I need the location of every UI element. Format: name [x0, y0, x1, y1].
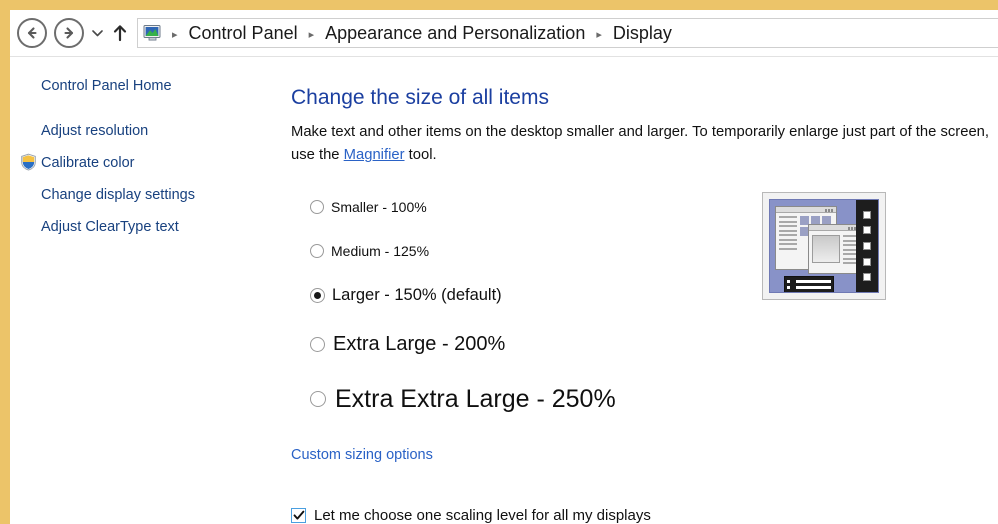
sidebar-item-label: Calibrate color [41, 155, 135, 171]
checkbox-checked-icon[interactable] [291, 508, 306, 523]
display-monitor-icon [141, 22, 163, 44]
breadcrumb-item-appearance-and-personalization[interactable]: Appearance and Personalization [323, 23, 587, 44]
control-panel-window: ▸ Control Panel ▸ Appearance and Persona… [0, 0, 998, 524]
radio-option-smaller-100[interactable]: Smaller - 100% [310, 194, 730, 220]
recent-pages-button[interactable] [89, 18, 105, 48]
forward-arrow-icon [64, 27, 74, 39]
sidebar-item-adjust-cleartype-text[interactable]: Adjust ClearType text [10, 219, 280, 236]
radio-button-unselected-icon [310, 391, 326, 407]
sidebar-item-change-display-settings[interactable]: Change display settings [10, 187, 280, 204]
preview-charm-icon [863, 273, 871, 282]
breadcrumb-item-control-panel[interactable]: Control Panel [187, 23, 300, 44]
navigation-bar: ▸ Control Panel ▸ Appearance and Persona… [10, 10, 998, 57]
preview-taskbar-bars [796, 279, 831, 290]
sidebar-item-calibrate-color[interactable]: Calibrate color [10, 153, 280, 172]
preview-taskbar [784, 276, 834, 292]
radio-option-extra-extra-large-250[interactable]: Extra Extra Large - 250% [310, 382, 730, 416]
radio-option-larger-150-default[interactable]: Larger - 150% (default) [310, 282, 730, 308]
radio-option-medium-125[interactable]: Medium - 125% [310, 238, 730, 264]
radio-button-selected-icon [310, 287, 325, 303]
preview-charm-icon [863, 257, 871, 266]
radio-option-label: Extra Extra Large - 250% [335, 384, 616, 413]
preview-image-placeholder [812, 235, 840, 263]
uac-shield-icon [20, 153, 37, 171]
breadcrumb-separator: ▸ [172, 28, 178, 41]
radio-option-label: Larger - 150% (default) [332, 285, 502, 304]
preview-foreground-window [808, 224, 860, 274]
preview-charm-icon [863, 210, 871, 219]
radio-option-label: Smaller - 100% [331, 199, 427, 215]
page-title: Change the size of all items [291, 86, 549, 109]
address-bar[interactable]: ▸ Control Panel ▸ Appearance and Persona… [137, 18, 998, 48]
up-arrow-icon [113, 25, 127, 42]
checkmark-icon [293, 510, 304, 520]
breadcrumb-separator: ▸ [308, 28, 315, 41]
description-text-after: tool. [404, 147, 437, 163]
preview-window-titlebar [809, 225, 859, 231]
up-level-button[interactable] [109, 18, 131, 48]
checkbox-label: Let me choose one scaling level for all … [314, 507, 651, 524]
sidebar-item-adjust-resolution[interactable]: Adjust resolution [10, 123, 280, 140]
breadcrumb-item-display[interactable]: Display [611, 23, 674, 44]
radio-button-unselected-icon [310, 200, 324, 214]
scaling-options-radio-group: Smaller - 100% Medium - 125% Larger - 15… [310, 194, 730, 416]
magnifier-link[interactable]: Magnifier [344, 147, 405, 163]
main-content: Change the size of all items Make text a… [280, 57, 998, 524]
chevron-down-icon [91, 30, 103, 37]
preview-charms-bar [856, 200, 878, 292]
preview-charm-icon [863, 226, 871, 235]
desktop-scaling-preview [762, 192, 886, 300]
radio-option-label: Extra Large - 200% [333, 332, 506, 355]
breadcrumb-separator: ▸ [596, 28, 602, 41]
back-button[interactable] [17, 18, 47, 48]
preview-window-titlebar [776, 207, 836, 213]
radio-option-label: Medium - 125% [331, 243, 430, 259]
forward-button[interactable] [54, 18, 84, 48]
radio-button-unselected-icon [310, 244, 324, 258]
sidebar: Control Panel Home Adjust resolution Cal… [10, 57, 280, 524]
preview-text-lines [779, 216, 797, 250]
preview-desktop-surface [769, 199, 879, 293]
custom-sizing-options-link[interactable]: Custom sizing options [291, 447, 433, 463]
sidebar-item-control-panel-home[interactable]: Control Panel Home [10, 78, 280, 95]
preview-taskbar-dots-icon [787, 279, 794, 290]
page-description: Make text and other items on the desktop… [291, 121, 998, 167]
preview-charm-icon [863, 241, 871, 250]
scaling-level-all-displays-checkbox-row[interactable]: Let me choose one scaling level for all … [291, 507, 651, 524]
radio-button-unselected-icon [310, 336, 325, 352]
back-arrow-icon [27, 27, 37, 39]
radio-option-extra-large-200[interactable]: Extra Large - 200% [310, 329, 730, 359]
